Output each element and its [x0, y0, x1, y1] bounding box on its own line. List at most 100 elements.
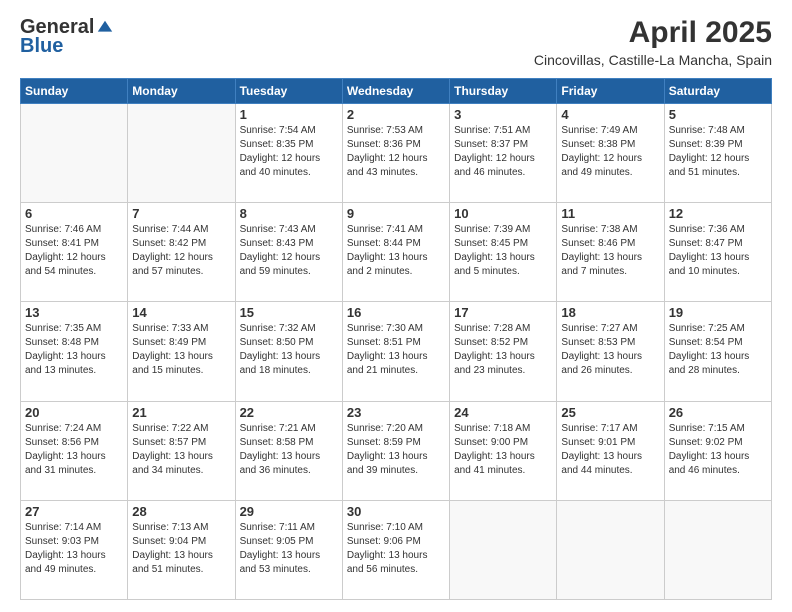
calendar-cell: 6Sunrise: 7:46 AM Sunset: 8:41 PM Daylig… [21, 203, 128, 302]
calendar-cell: 21 Sunrise: 7:22 AM Sunset: 8:57 PM Dayli… [128, 401, 235, 500]
calendar-cell: 27 Sunrise: 7:14 AM Sunset: 9:03 PM Dayli… [21, 500, 128, 599]
day-number: 8 [240, 206, 338, 221]
calendar-cell: 2 Sunrise: 7:53 AM Sunset: 8:36 PM Daylig… [342, 104, 449, 203]
calendar-week-3: 13 Sunrise: 7:35 AM Sunset: 8:48 PM Dayli… [21, 302, 772, 401]
day-header-monday: Monday [128, 79, 235, 104]
day-info: Sunrise: 7:25 AM Sunset: 8:54 PM Dayligh… [669, 322, 767, 378]
calendar-week-2: 6Sunrise: 7:46 AM Sunset: 8:41 PM Daylig… [21, 203, 772, 302]
day-info: Sunrise: 7:43 AM Sunset: 8:43 PM Dayligh… [240, 223, 338, 279]
logo-blue: Blue [20, 35, 63, 58]
day-number: 14 [132, 305, 230, 320]
calendar-cell: 9Sunrise: 7:41 AM Sunset: 8:44 PM Daylig… [342, 203, 449, 302]
calendar-cell: 29 Sunrise: 7:11 AM Sunset: 9:05 PM Dayli… [235, 500, 342, 599]
day-info: Sunrise: 7:20 AM Sunset: 8:59 PM Dayligh… [347, 422, 445, 478]
calendar-cell: 11 Sunrise: 7:38 AM Sunset: 8:46 PM Dayli… [557, 203, 664, 302]
calendar-cell: 18 Sunrise: 7:27 AM Sunset: 8:53 PM Dayli… [557, 302, 664, 401]
day-info: Sunrise: 7:32 AM Sunset: 8:50 PM Dayligh… [240, 322, 338, 378]
calendar-cell: 10Sunrise: 7:39 AM Sunset: 8:45 PM Dayli… [450, 203, 557, 302]
calendar-body: 1 Sunrise: 7:54 AM Sunset: 8:35 PM Daylig… [21, 104, 772, 600]
calendar-cell [664, 500, 771, 599]
day-info: Sunrise: 7:21 AM Sunset: 8:58 PM Dayligh… [240, 422, 338, 478]
day-header-wednesday: Wednesday [342, 79, 449, 104]
logo-icon [96, 19, 114, 37]
calendar-week-4: 20 Sunrise: 7:24 AM Sunset: 8:56 PM Dayli… [21, 401, 772, 500]
day-number: 3 [454, 107, 552, 122]
calendar-cell: 8 Sunrise: 7:43 AM Sunset: 8:43 PM Daylig… [235, 203, 342, 302]
day-header-saturday: Saturday [664, 79, 771, 104]
calendar-cell: 4Sunrise: 7:49 AM Sunset: 8:38 PM Daylig… [557, 104, 664, 203]
page-title: April 2025 [534, 16, 772, 50]
day-info: Sunrise: 7:51 AM Sunset: 8:37 PM Dayligh… [454, 124, 552, 180]
day-number: 25 [561, 405, 659, 420]
calendar-cell: 20 Sunrise: 7:24 AM Sunset: 8:56 PM Dayli… [21, 401, 128, 500]
day-info: Sunrise: 7:22 AM Sunset: 8:57 PM Dayligh… [132, 422, 230, 478]
day-header-tuesday: Tuesday [235, 79, 342, 104]
day-info: Sunrise: 7:33 AM Sunset: 8:49 PM Dayligh… [132, 322, 230, 378]
day-number: 1 [240, 107, 338, 122]
day-info: Sunrise: 7:14 AM Sunset: 9:03 PM Dayligh… [25, 521, 123, 577]
calendar-cell: 17Sunrise: 7:28 AM Sunset: 8:52 PM Dayli… [450, 302, 557, 401]
day-number: 19 [669, 305, 767, 320]
day-number: 30 [347, 504, 445, 519]
day-number: 6 [25, 206, 123, 221]
calendar-week-1: 1 Sunrise: 7:54 AM Sunset: 8:35 PM Daylig… [21, 104, 772, 203]
day-info: Sunrise: 7:44 AM Sunset: 8:42 PM Dayligh… [132, 223, 230, 279]
day-number: 4 [561, 107, 659, 122]
day-number: 9 [347, 206, 445, 221]
calendar-cell [450, 500, 557, 599]
day-number: 2 [347, 107, 445, 122]
calendar-table: SundayMondayTuesdayWednesdayThursdayFrid… [20, 78, 772, 600]
day-number: 24 [454, 405, 552, 420]
day-info: Sunrise: 7:36 AM Sunset: 8:47 PM Dayligh… [669, 223, 767, 279]
calendar-cell: 19 Sunrise: 7:25 AM Sunset: 8:54 PM Dayli… [664, 302, 771, 401]
day-number: 22 [240, 405, 338, 420]
day-info: Sunrise: 7:39 AM Sunset: 8:45 PM Dayligh… [454, 223, 552, 279]
calendar-cell: 16Sunrise: 7:30 AM Sunset: 8:51 PM Dayli… [342, 302, 449, 401]
header-right: April 2025 Cincovillas, Castille-La Manc… [534, 16, 772, 68]
calendar-cell: 3 Sunrise: 7:51 AM Sunset: 8:37 PM Daylig… [450, 104, 557, 203]
calendar-cell: 1 Sunrise: 7:54 AM Sunset: 8:35 PM Daylig… [235, 104, 342, 203]
calendar-cell: 25 Sunrise: 7:17 AM Sunset: 9:01 PM Dayli… [557, 401, 664, 500]
day-header-thursday: Thursday [450, 79, 557, 104]
day-info: Sunrise: 7:54 AM Sunset: 8:35 PM Dayligh… [240, 124, 338, 180]
calendar-cell: 5 Sunrise: 7:48 AM Sunset: 8:39 PM Daylig… [664, 104, 771, 203]
day-number: 29 [240, 504, 338, 519]
calendar-cell: 14 Sunrise: 7:33 AM Sunset: 8:49 PM Dayli… [128, 302, 235, 401]
day-info: Sunrise: 7:27 AM Sunset: 8:53 PM Dayligh… [561, 322, 659, 378]
day-number: 11 [561, 206, 659, 221]
day-number: 20 [25, 405, 123, 420]
day-info: Sunrise: 7:38 AM Sunset: 8:46 PM Dayligh… [561, 223, 659, 279]
day-number: 7 [132, 206, 230, 221]
day-info: Sunrise: 7:17 AM Sunset: 9:01 PM Dayligh… [561, 422, 659, 478]
day-info: Sunrise: 7:53 AM Sunset: 8:36 PM Dayligh… [347, 124, 445, 180]
day-info: Sunrise: 7:10 AM Sunset: 9:06 PM Dayligh… [347, 521, 445, 577]
page-subtitle: Cincovillas, Castille-La Mancha, Spain [534, 52, 772, 68]
calendar-cell: 13 Sunrise: 7:35 AM Sunset: 8:48 PM Dayli… [21, 302, 128, 401]
day-info: Sunrise: 7:35 AM Sunset: 8:48 PM Dayligh… [25, 322, 123, 378]
day-info: Sunrise: 7:30 AM Sunset: 8:51 PM Dayligh… [347, 322, 445, 378]
calendar-cell: 7 Sunrise: 7:44 AM Sunset: 8:42 PM Daylig… [128, 203, 235, 302]
calendar-cell: 28Sunrise: 7:13 AM Sunset: 9:04 PM Dayli… [128, 500, 235, 599]
day-info: Sunrise: 7:24 AM Sunset: 8:56 PM Dayligh… [25, 422, 123, 478]
calendar-week-5: 27 Sunrise: 7:14 AM Sunset: 9:03 PM Dayli… [21, 500, 772, 599]
calendar-cell: 30 Sunrise: 7:10 AM Sunset: 9:06 PM Dayli… [342, 500, 449, 599]
calendar-cell: 15 Sunrise: 7:32 AM Sunset: 8:50 PM Dayli… [235, 302, 342, 401]
day-number: 27 [25, 504, 123, 519]
day-info: Sunrise: 7:48 AM Sunset: 8:39 PM Dayligh… [669, 124, 767, 180]
day-number: 21 [132, 405, 230, 420]
calendar-cell: 23Sunrise: 7:20 AM Sunset: 8:59 PM Dayli… [342, 401, 449, 500]
day-info: Sunrise: 7:18 AM Sunset: 9:00 PM Dayligh… [454, 422, 552, 478]
calendar-cell [557, 500, 664, 599]
day-info: Sunrise: 7:11 AM Sunset: 9:05 PM Dayligh… [240, 521, 338, 577]
day-number: 17 [454, 305, 552, 320]
calendar-cell: 12Sunrise: 7:36 AM Sunset: 8:47 PM Dayli… [664, 203, 771, 302]
day-number: 13 [25, 305, 123, 320]
calendar-cell [21, 104, 128, 203]
calendar-cell: 24 Sunrise: 7:18 AM Sunset: 9:00 PM Dayli… [450, 401, 557, 500]
logo: General Blue [20, 16, 114, 58]
calendar-header-row: SundayMondayTuesdayWednesdayThursdayFrid… [21, 79, 772, 104]
day-number: 15 [240, 305, 338, 320]
day-header-sunday: Sunday [21, 79, 128, 104]
day-number: 18 [561, 305, 659, 320]
day-number: 5 [669, 107, 767, 122]
